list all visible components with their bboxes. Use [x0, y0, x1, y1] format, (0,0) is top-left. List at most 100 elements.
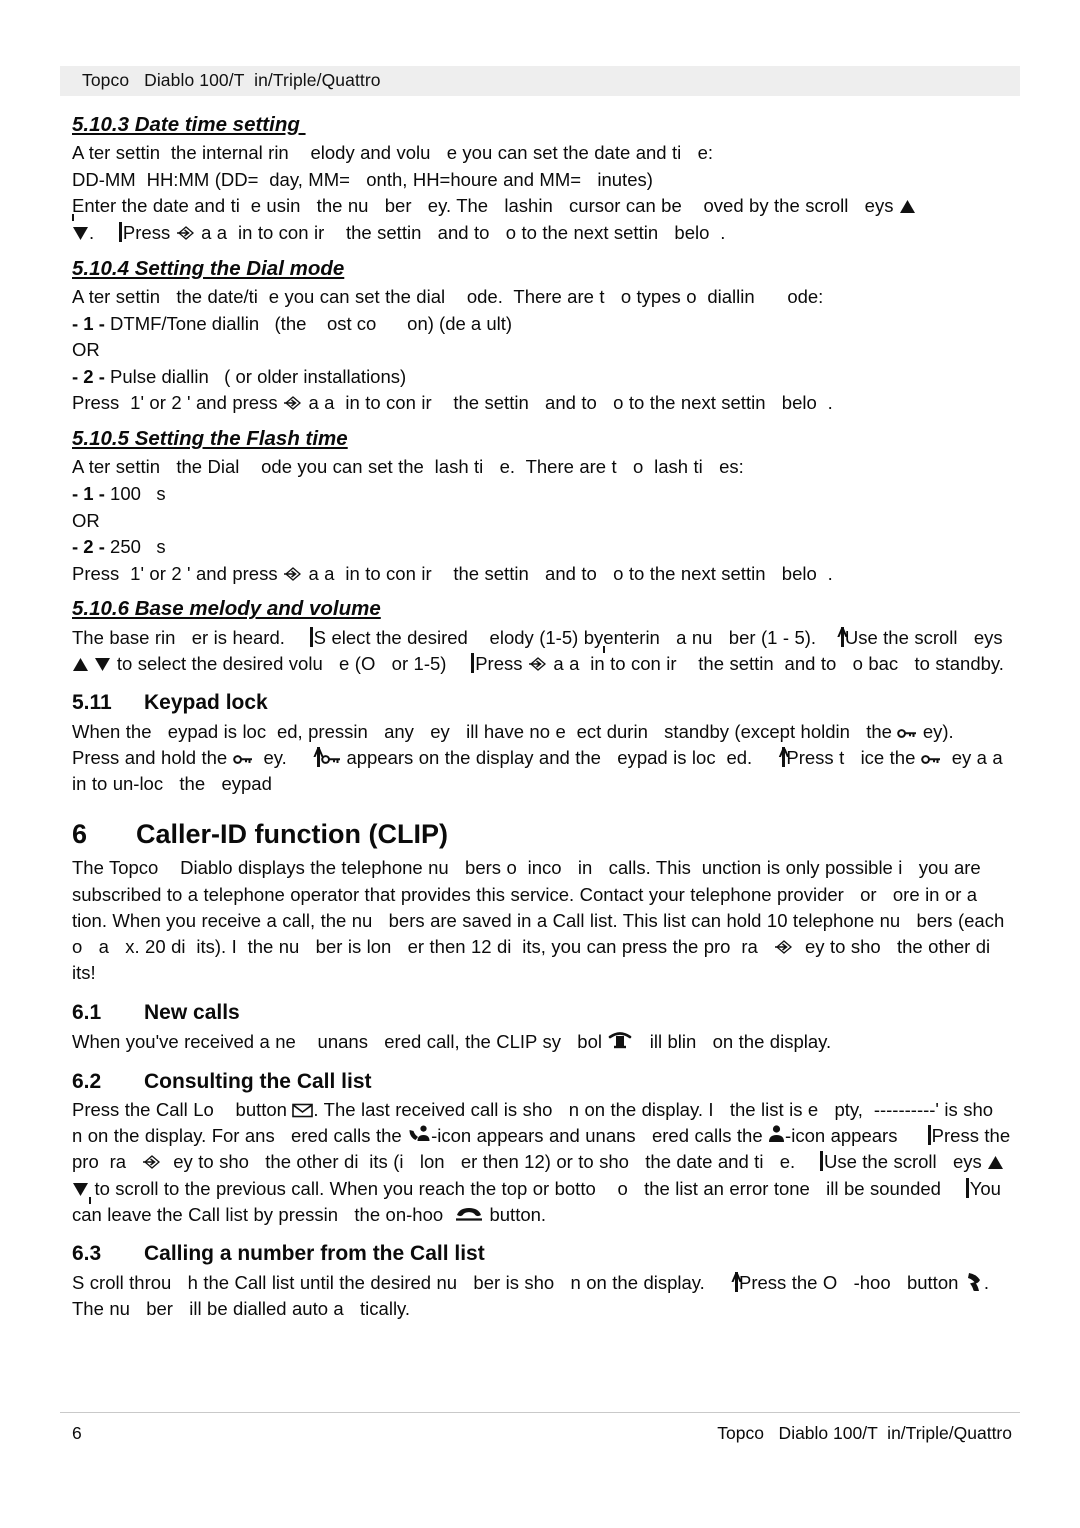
header-title: Topco Diablo 100/T in/Triple/Quattro [82, 70, 381, 90]
text: ey. [252, 746, 287, 768]
text: Press t ice the [786, 746, 921, 768]
heading-6-2: 6.2 Consulting the Call list [72, 1068, 1012, 1095]
heading-6-1-label: New calls [144, 1000, 240, 1024]
paragraph-6-2: Press the Call Lo button . The last rece… [72, 1097, 1012, 1228]
text: Press [122, 222, 176, 244]
text: -icon appears [785, 1125, 898, 1147]
text [816, 627, 838, 648]
heading-6-1: 6.1 New calls [72, 999, 1012, 1026]
section-5-11: 5.11 Keypad lock When the eypad is loc ed… [72, 689, 1012, 797]
heading-6-2-label: Consulting the Call list [144, 1069, 372, 1093]
text: Use the scroll eys [823, 1151, 988, 1173]
text [795, 1151, 817, 1172]
list-item-1-bullet: - 1 - [72, 482, 111, 504]
paragraph-5-10-4-intro: A ter settin the date/ti e you can set t… [72, 284, 1012, 311]
program-key-icon [774, 939, 794, 955]
list-item-1-text: DTMF/Tone diallin (the ost co on) (de a … [110, 312, 513, 334]
heading-6-1-number: 6.1 [72, 1000, 102, 1024]
paragraph-6-3: S croll throu h the Call list until the … [72, 1269, 1012, 1323]
text: Press the Call Lo button [72, 1098, 293, 1120]
list-item-1: - 1 - DTMF/Tone diallin (the ost co on) … [72, 311, 1012, 338]
text: button. [484, 1204, 547, 1226]
list-item-1: - 1 - 100 s [72, 481, 1012, 508]
section-5-10-5: 5.10.5 Setting the Flash time A ter sett… [72, 426, 1012, 587]
list-item-2-bullet: - 2 - [72, 365, 111, 387]
text: to select the desired volu e (O or 1-5) [111, 652, 447, 674]
heading-5-11-label: Keypad lock [144, 691, 268, 715]
unanswered-call-icon [768, 1124, 785, 1144]
text: appears on the display and the eypad is … [341, 746, 753, 768]
text: ill blin on the display. [633, 1031, 832, 1053]
text: a a in to con ir the settin and to o to … [303, 562, 833, 584]
text: a a in to con ir the settin and to o to … [195, 222, 726, 244]
text: S croll throu h the Call list until the … [72, 1271, 705, 1293]
paragraph-5-11-line1: When the eypad is loc ed, pressin any ey… [72, 719, 1012, 745]
scan-artifact-bar [118, 222, 122, 243]
key-icon [232, 753, 253, 766]
text: a a in to con ir the settin and to o to … [303, 392, 833, 414]
envelope-icon [292, 1103, 314, 1118]
list-item-1-bullet: - 1 - [72, 312, 111, 334]
text: ey to sho the other di its (i lon er the… [162, 1151, 796, 1173]
clip-phone-icon [607, 1028, 633, 1050]
paragraph-5-10-5-intro: A ter settin the Dial ode you can set th… [72, 454, 1012, 481]
scan-artifact-bar [965, 1177, 969, 1198]
paragraph-5-10-4-press: Press 1' or 2 ' and press a a in to con … [72, 390, 1012, 417]
list-item-2: - 2 - Pulse diallin ( or older installat… [72, 364, 1012, 391]
scroll-down-triangle-icon [72, 1182, 89, 1197]
list-item-2: - 2 - 250 s [72, 534, 1012, 561]
text: ey). [917, 720, 954, 742]
text [287, 747, 314, 768]
text: enterin a nu ber (1 - 5). [603, 626, 817, 648]
scroll-up-triangle-icon [987, 1155, 1004, 1170]
paragraph-5-10-3-line4: . Press a a in to con ir the settin and … [72, 220, 1012, 247]
text [446, 653, 468, 674]
section-6-2: 6.2 Consulting the Call list Press the Ca… [72, 1068, 1012, 1229]
paragraph-6-1: When you've received a ne unans ered cal… [72, 1028, 1012, 1056]
text: S elect the desired elody (1-5) by [313, 626, 604, 648]
manual-page: Topco Diablo 100/T in/Triple/Quattro 5.1… [0, 0, 1080, 1528]
paragraph-5-10-6: The base rin er is heard. S elect the de… [72, 624, 1012, 678]
heading-6-3-label: Calling a number from the Call list [144, 1242, 485, 1266]
text: The base rin er is heard. [72, 626, 285, 648]
list-item-2-text: 250 s [110, 536, 166, 558]
or-separator-1: OR [72, 339, 100, 361]
heading-6-3-number: 6.3 [72, 1242, 102, 1266]
text: . [89, 222, 116, 244]
heading-6: 6 Caller-ID function (CLIP) [72, 817, 1012, 852]
scan-artifact-bar [471, 652, 475, 673]
program-key-icon [142, 1154, 162, 1170]
scan-artifact-bar [309, 626, 313, 647]
program-key-icon [528, 656, 548, 672]
section-5-10-6: 5.10.6 Base melody and volume The base r… [72, 596, 1012, 677]
program-key-icon [283, 395, 303, 411]
heading-5-11: 5.11 Keypad lock [72, 689, 1012, 716]
list-item-1-text: 100 s [110, 482, 166, 504]
heading-6-label: Caller-ID function (CLIP) [136, 819, 448, 850]
program-key-icon [283, 566, 303, 582]
heading-6-number: 6 [72, 819, 88, 850]
page-content: 5.10.3 Date time setting A ter settin th… [72, 112, 1012, 1322]
text: When you've received a ne unans ered cal… [72, 1031, 608, 1053]
text [705, 1272, 732, 1293]
heading-5-10-3: 5.10.3 Date time setting [72, 113, 306, 136]
text: Press 1' or 2 ' and press [72, 392, 284, 414]
text: Press and hold the [72, 746, 233, 768]
scroll-down-triangle-icon [72, 226, 89, 241]
key-icon [921, 753, 941, 766]
paragraph-5-10-5-press: Press 1' or 2 ' and press a a in to con … [72, 561, 1012, 588]
scroll-up-triangle-icon [899, 199, 916, 214]
text [285, 627, 307, 648]
on-hook-icon [454, 1205, 484, 1223]
text: Press [475, 652, 528, 674]
heading-5-10-4: 5.10.4 Setting the Dial mode [72, 256, 345, 280]
footer-page-number: 6 [72, 1423, 82, 1443]
heading-5-10-6: 5.10.6 Base melody and volume [72, 597, 381, 621]
text: Press 1' or 2 ' and press [72, 562, 284, 584]
list-item-2-bullet: - 2 - [72, 536, 111, 558]
section-6-3: 6.3 Calling a number from the Call list S… [72, 1240, 1012, 1322]
section-5-10-4: 5.10.4 Setting the Dial mode A ter setti… [72, 256, 1012, 417]
heading-6-3: 6.3 Calling a number from the Call list [72, 1240, 1012, 1267]
section-6-1: 6.1 New calls When you've received a ne u… [72, 999, 1012, 1056]
text: Use the scroll eys [844, 626, 1009, 648]
